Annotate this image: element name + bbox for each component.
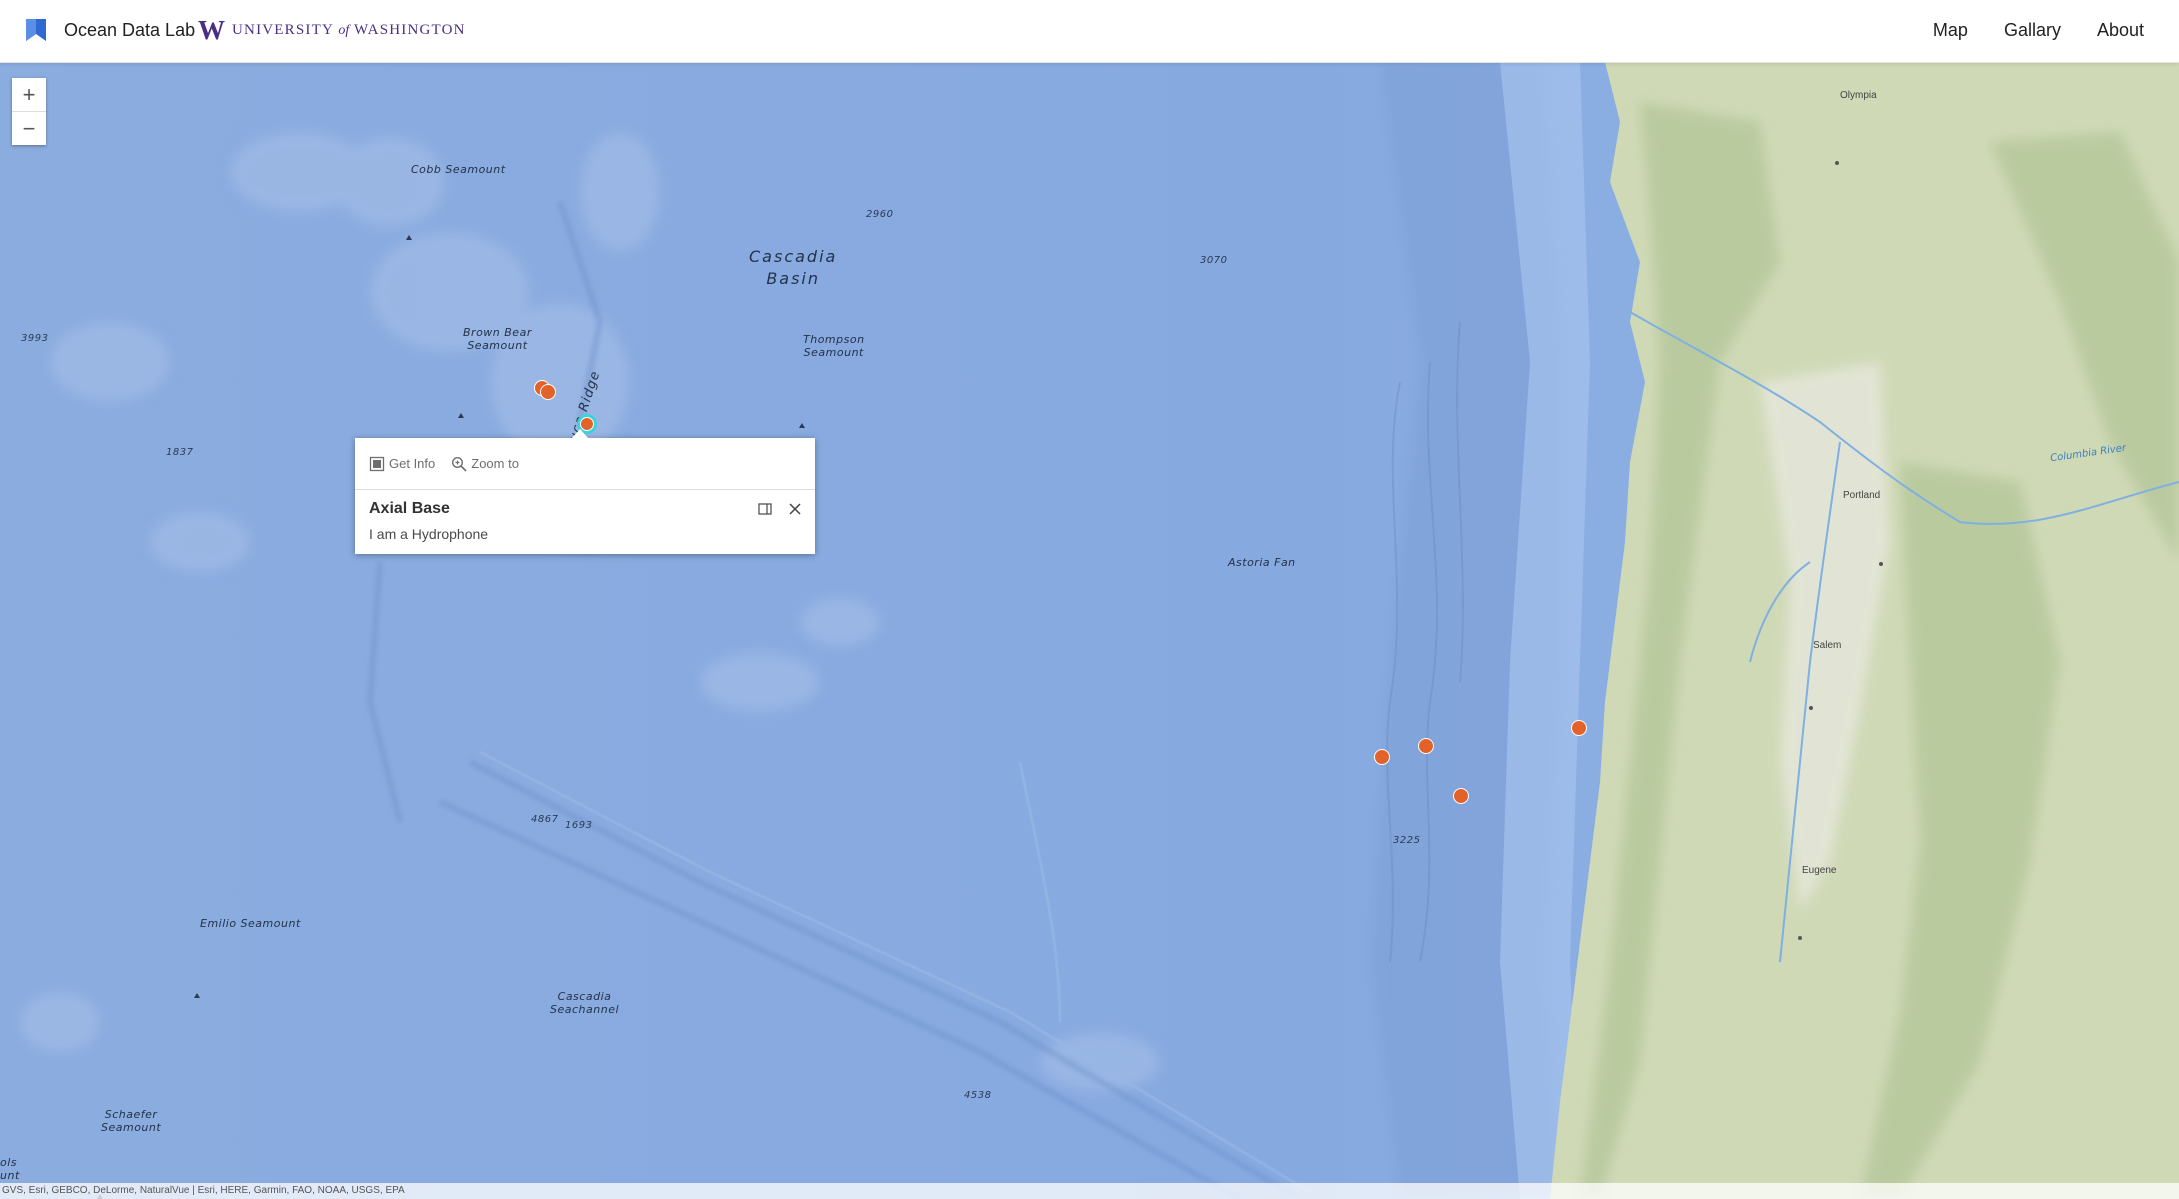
dock-icon xyxy=(758,503,772,515)
label-seachannel-line1: Cascadia xyxy=(557,990,612,1003)
hydrophone-marker[interactable] xyxy=(1374,749,1390,765)
get-info-label: Get Info xyxy=(389,456,436,471)
get-info-action[interactable]: Get Info xyxy=(369,456,435,472)
label-thompson-seamount: Thompson Seamount xyxy=(803,333,865,359)
depth-4538: 4538 xyxy=(964,1090,992,1101)
zoom-out-button[interactable]: − xyxy=(12,111,46,145)
zoom-magnifier-icon xyxy=(452,456,467,472)
uw-wordmark: UNIVERSITY of WASHINGTON xyxy=(232,22,466,39)
depth-4867: 4867 xyxy=(531,814,559,825)
hydrophone-marker[interactable] xyxy=(1453,788,1469,804)
zoom-control: + − xyxy=(12,78,46,145)
map-view[interactable]: + − Cobb Seamount Brown Bear Seamount Juc… xyxy=(0,62,2179,1199)
hydrophone-marker[interactable] xyxy=(540,384,556,400)
brand-name[interactable]: Ocean Data Lab xyxy=(64,20,195,41)
uw-w-mark: W xyxy=(198,15,225,45)
nav-about[interactable]: About xyxy=(2097,20,2144,41)
label-cascadia-seachannel: Cascadia Seachannel xyxy=(550,990,619,1016)
label-cascadia-basin: Cascadia Basin xyxy=(749,246,837,290)
depth-2960: 2960 xyxy=(866,209,894,220)
label-schaefer-seamount: Schaefer Seamount xyxy=(101,1108,161,1134)
depth-1693: 1693 xyxy=(565,820,593,831)
uw-logo[interactable]: W UNIVERSITY of WASHINGTON xyxy=(198,15,466,45)
depth-3225: 3225 xyxy=(1393,835,1421,846)
popup-controls xyxy=(757,501,803,517)
popup-header: Axial Base xyxy=(355,490,815,518)
popup-content: I am a Hydrophone xyxy=(369,526,489,542)
label-brown-bear-seamount: Brown Bear Seamount xyxy=(463,326,532,352)
label-schaefer-line2: Seamount xyxy=(101,1121,162,1134)
depth-3070: 3070 xyxy=(1200,255,1228,266)
close-icon xyxy=(789,503,801,515)
label-brown-bear-line2: Seamount xyxy=(467,339,528,352)
label-cascadia-basin-line2: Basin xyxy=(766,269,821,288)
label-brown-bear-line1: Brown Bear xyxy=(463,326,532,339)
hydrophone-marker[interactable] xyxy=(1571,720,1587,736)
city-portland: Portland xyxy=(1843,490,1881,501)
close-button[interactable] xyxy=(787,501,803,517)
label-edge-line1: ols xyxy=(0,1156,18,1169)
popup-actions: Get Info Zoom to xyxy=(355,438,815,490)
label-cobb-seamount: Cobb Seamount xyxy=(411,163,506,176)
uw-washington-text: WASHINGTON xyxy=(353,21,466,38)
popup-title: Axial Base xyxy=(369,500,450,517)
label-emilio-seamount: Emilio Seamount xyxy=(200,917,301,930)
info-square-icon xyxy=(369,456,385,471)
hydrophone-marker[interactable] xyxy=(1418,738,1434,754)
city-olympia: Olympia xyxy=(1840,90,1877,101)
uw-university-text: UNIVERSITY xyxy=(232,21,334,38)
label-cascadia-basin-line1: Cascadia xyxy=(749,247,838,266)
map-attribution: GVS, Esri, GEBCO, DeLorme, NaturalVue | … xyxy=(0,1183,2179,1199)
feature-popup: Get Info Zoom to Axial Base I am a Hydro… xyxy=(355,429,815,554)
popup-pointer xyxy=(572,429,588,438)
brand[interactable]: Ocean Data Lab xyxy=(24,18,195,42)
nav-gallery[interactable]: Gallary xyxy=(2004,20,2061,41)
label-edge-line2: unt xyxy=(0,1169,20,1182)
basemap xyxy=(0,62,2179,1199)
dock-button[interactable] xyxy=(757,501,773,517)
label-thompson-line2: Seamount xyxy=(803,346,864,359)
uw-of-text: of xyxy=(338,22,350,38)
nav-map[interactable]: Map xyxy=(1933,20,1968,41)
label-edge-cut: ols unt xyxy=(0,1156,20,1182)
zoom-to-label: Zoom to xyxy=(471,456,519,471)
city-eugene: Eugene xyxy=(1802,865,1837,876)
label-schaefer-line1: Schaefer xyxy=(104,1108,158,1121)
label-thompson-line1: Thompson xyxy=(803,333,865,346)
depth-1837: 1837 xyxy=(166,447,194,458)
zoom-in-button[interactable]: + xyxy=(12,78,46,111)
label-astoria-fan: Astoria Fan xyxy=(1228,556,1296,569)
top-navbar: Ocean Data Lab W UNIVERSITY of WASHINGTO… xyxy=(0,0,2179,63)
main-nav: Map Gallary About xyxy=(1933,20,2144,41)
label-seachannel-line2: Seachannel xyxy=(550,1003,620,1016)
depth-3993: 3993 xyxy=(21,333,49,344)
zoom-to-action[interactable]: Zoom to xyxy=(451,456,519,472)
bookmark-logo-icon xyxy=(26,19,46,41)
city-salem: Salem xyxy=(1813,640,1842,651)
